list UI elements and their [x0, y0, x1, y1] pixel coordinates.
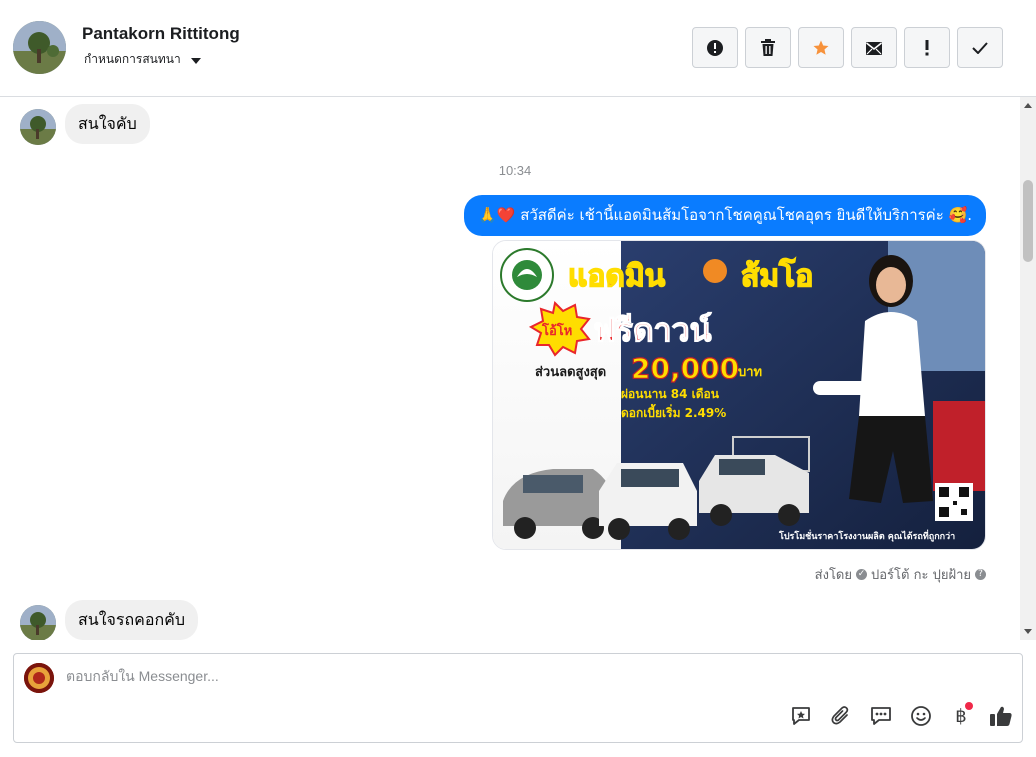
- mark-unread-button[interactable]: [851, 27, 897, 68]
- alert-circle-icon: [707, 39, 723, 56]
- scrollbar-thumb[interactable]: [1023, 180, 1033, 262]
- promo-interest: ดอกเบี้ยเริ่ม 2.49%: [621, 403, 726, 420]
- star-button[interactable]: [798, 27, 844, 68]
- reply-input[interactable]: [66, 668, 766, 684]
- assign-label: กำหนดการสนทนา: [84, 52, 181, 66]
- promo-title-right: ส้มโอ: [741, 257, 813, 294]
- contact-avatar-small: [20, 605, 56, 640]
- notification-dot: [965, 702, 973, 710]
- emoji-button[interactable]: [909, 704, 933, 728]
- promo-title-left: แอดมิน: [568, 259, 666, 294]
- scroll-up-arrow-icon[interactable]: [1024, 103, 1032, 108]
- promo-image-attachment[interactable]: แอดมิน ส้มโอ โอ้โห ฟรีดาวน์ ส่วนลดสูงสุด…: [492, 240, 986, 550]
- message-timestamp: 10:34: [498, 163, 532, 178]
- attachment-icon: [831, 706, 849, 725]
- promo-installment: ผ่อนนาน 84 เดือน: [621, 387, 720, 401]
- trash-icon: [761, 38, 775, 56]
- emoji-suffix: 🥰.: [948, 206, 972, 224]
- page-avatar: [24, 663, 54, 693]
- contact-avatar-small: [20, 109, 56, 145]
- contact-avatar[interactable]: [13, 21, 66, 74]
- emoji-icon: [911, 706, 931, 726]
- conversation-header: Pantakorn Rittitong กำหนดการสนทนา: [0, 0, 1036, 97]
- star-icon: [813, 40, 829, 55]
- promo-discount-label: ส่วนลดสูงสุด: [535, 365, 606, 380]
- messenger-inbox-thread: Pantakorn Rittitong กำหนดการสนทนา สนใจคั…: [0, 0, 1036, 757]
- quick-reply-button[interactable]: [869, 704, 893, 728]
- outgoing-message-text: สวัสดีค่ะ เช้านี้แอดมินส้มโอจากโชคคูณโชค…: [520, 206, 944, 224]
- mark-unread-icon: [866, 41, 882, 55]
- like-button[interactable]: [989, 704, 1013, 728]
- promo-headline: ฟรีดาวน์: [593, 311, 712, 349]
- payment-button[interactable]: ฿: [949, 702, 973, 728]
- saved-reply-button[interactable]: [789, 704, 813, 728]
- reply-composer: ฿: [13, 653, 1023, 743]
- attach-button[interactable]: [829, 704, 853, 728]
- delete-button[interactable]: [745, 27, 791, 68]
- checkmark-icon: [972, 41, 988, 54]
- mark-done-button[interactable]: [957, 27, 1003, 68]
- incoming-message: สนใจรถคอกคับ: [65, 600, 199, 640]
- quick-reply-icon: [871, 707, 891, 725]
- chevron-down-icon: [190, 57, 201, 64]
- promo-badge: โอ้โห: [541, 322, 572, 339]
- outgoing-message: 🙏❤️ สวัสดีค่ะ เช้านี้แอดมินส้มโอจากโชคคู…: [464, 195, 986, 236]
- saved-reply-icon: [792, 707, 810, 725]
- assign-conversation-dropdown[interactable]: กำหนดการสนทนา: [84, 50, 201, 69]
- promo-discount-unit: บาท: [738, 365, 762, 380]
- scroll-down-arrow-icon[interactable]: [1024, 629, 1032, 634]
- check-badge-icon: ✓: [856, 569, 867, 580]
- thread-scrollbar[interactable]: [1020, 97, 1036, 640]
- sent-by-name[interactable]: ปอร์โต้ กะ ปุยฝ้าย: [871, 564, 971, 585]
- conversation-toolbar: [692, 27, 1003, 68]
- mark-spam-button[interactable]: [692, 27, 738, 68]
- contact-name[interactable]: Pantakorn Rittitong: [82, 24, 240, 44]
- composer-tools: ฿: [789, 702, 1013, 728]
- message-thread[interactable]: สนใจคับ 10:34 🙏❤️ สวัสดีค่ะ เช้านี้แอดมิ…: [0, 97, 1036, 640]
- promo-discount-value: 20,000: [631, 352, 739, 385]
- like-icon: [990, 706, 1012, 726]
- sent-by-info: ส่งโดย ✓ ปอร์โต้ กะ ปุยฝ้าย ?: [815, 564, 986, 585]
- incoming-message: สนใจคับ: [65, 104, 150, 144]
- emoji-prefix: 🙏❤️: [478, 206, 516, 224]
- exclamation-icon: [925, 39, 929, 55]
- sent-by-prefix: ส่งโดย: [814, 568, 852, 583]
- follow-up-button[interactable]: [904, 27, 950, 68]
- help-icon[interactable]: ?: [975, 569, 986, 580]
